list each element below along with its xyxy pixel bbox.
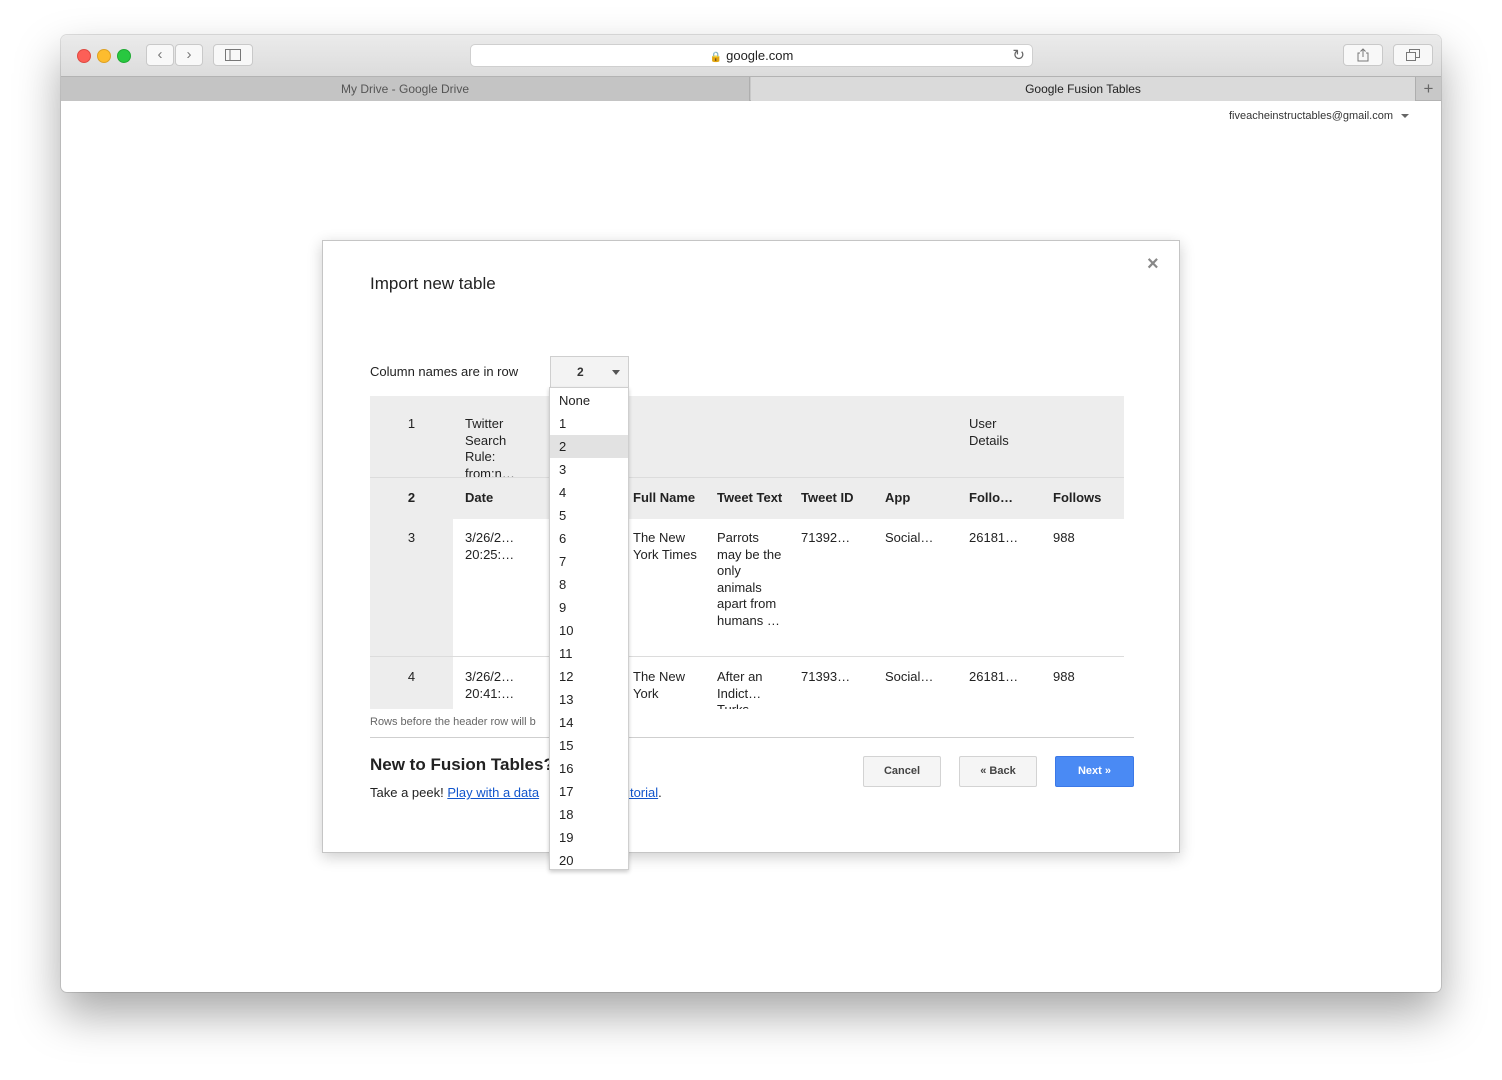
title-bar: ‹ › 🔒 google.com ↻ <box>61 35 1441 76</box>
table-cell: Social… <box>885 669 934 684</box>
dropdown-option-14[interactable]: 14 <box>550 711 628 734</box>
table-cell: 3/26/2… 20:25:… <box>465 530 515 562</box>
dialog-title: Import new table <box>370 274 496 293</box>
tab-fusion-tables[interactable]: Google Fusion Tables <box>751 77 1415 101</box>
dropdown-option-13[interactable]: 13 <box>550 688 628 711</box>
column-header: Follows <box>1053 490 1102 505</box>
back-nav-button[interactable]: ‹ <box>146 44 174 66</box>
cancel-button[interactable]: Cancel <box>863 756 941 787</box>
forward-nav-button[interactable]: › <box>175 44 203 66</box>
lock-icon: 🔒 <box>709 52 723 63</box>
table-cell: The New York Times <box>633 530 697 562</box>
tab-bar: My Drive - Google Drive Google Fusion Ta… <box>61 76 1441 101</box>
reload-icon[interactable]: ↻ <box>1012 45 1025 66</box>
table-row: 4 3/26/2… 20:41:… The New York After an … <box>370 657 1124 709</box>
column-header: Date <box>465 490 494 505</box>
account-email: fiveacheinstructables@gmail.com <box>1228 110 1393 122</box>
column-names-label: Column names are in row <box>370 364 519 379</box>
row-number: 3 <box>370 518 453 656</box>
tabs-icon <box>1406 49 1420 61</box>
address-bar[interactable]: 🔒 google.com ↻ <box>470 44 1033 67</box>
dropdown-option-6[interactable]: 6 <box>550 527 628 550</box>
table-cell: 3/26/2… 20:41:… <box>465 669 515 701</box>
minimize-window-button[interactable] <box>97 49 111 63</box>
close-window-button[interactable] <box>77 49 91 63</box>
table-cell: Parrots may be the only animals apart fr… <box>717 530 782 628</box>
account-menu[interactable]: fiveacheinstructables@gmail.com <box>1229 110 1409 122</box>
tabs-overview-button[interactable] <box>1393 44 1433 66</box>
selected-row-value: 2 <box>577 365 584 379</box>
row-options-dropdown: None 1 2 3 4 5 6 7 8 9 10 11 12 13 14 15… <box>549 387 629 870</box>
dropdown-option-15[interactable]: 15 <box>550 734 628 757</box>
dropdown-option-7[interactable]: 7 <box>550 550 628 573</box>
new-tab-button[interactable]: + <box>1415 77 1441 101</box>
chevron-right-icon: › <box>186 46 192 63</box>
table-cell: 71393… <box>801 669 851 684</box>
plus-icon: + <box>1423 79 1434 98</box>
next-button[interactable]: Next » <box>1055 756 1134 787</box>
table-cell: Twitter Search Rule: from:n… <box>465 416 515 481</box>
row-number: 1 <box>370 404 453 477</box>
url-text: google.com <box>726 48 794 63</box>
dropdown-option-5[interactable]: 5 <box>550 504 628 527</box>
column-header: Tweet Text <box>717 490 783 505</box>
chevron-left-icon: ‹ <box>157 46 163 63</box>
import-dialog: × Import new table Column names are in r… <box>322 240 1180 853</box>
table-row: 1 Twitter Search Rule: from:n… User Deta… <box>370 404 1124 481</box>
new-to-heading: New to Fusion Tables? <box>370 755 554 774</box>
table-cell: Social… <box>885 530 934 545</box>
peek-prefix: Take a peek! <box>370 785 448 800</box>
table-cell: 988 <box>1053 669 1075 684</box>
column-header: Follo… <box>969 490 1014 505</box>
column-header: Tweet ID <box>801 490 854 505</box>
dropdown-option-4[interactable]: 4 <box>550 481 628 504</box>
dropdown-option-2[interactable]: 2 <box>550 435 628 458</box>
share-icon <box>1357 48 1369 62</box>
rows-note: Rows before the header row will b <box>370 716 536 728</box>
dropdown-option-12[interactable]: 12 <box>550 665 628 688</box>
sidebar-icon <box>225 49 241 61</box>
table-cell: 71392… <box>801 530 851 545</box>
dropdown-option-11[interactable]: 11 <box>550 642 628 665</box>
dropdown-option-10[interactable]: 10 <box>550 619 628 642</box>
row-number: 2 <box>370 478 453 519</box>
preview-table: 1 Twitter Search Rule: from:n… User Deta… <box>370 396 1124 709</box>
dropdown-option-16[interactable]: 16 <box>550 757 628 780</box>
table-cell: 26181… <box>969 530 1019 545</box>
sidebar-toggle-button[interactable] <box>213 44 253 66</box>
row-number: 4 <box>370 657 453 709</box>
tab-my-drive[interactable]: My Drive - Google Drive <box>61 77 750 101</box>
caret-down-icon <box>612 370 620 375</box>
table-row: 3 3/26/2… 20:25:… The New York Times Par… <box>370 518 1124 657</box>
dropdown-option-3[interactable]: 3 <box>550 458 628 481</box>
close-icon[interactable]: × <box>1147 253 1159 276</box>
sample-data-link[interactable]: Play with a data <box>447 785 539 800</box>
zoom-window-button[interactable] <box>117 49 131 63</box>
dropdown-option-1[interactable]: 1 <box>550 412 628 435</box>
dropdown-option-8[interactable]: 8 <box>550 573 628 596</box>
table-cell: 26181… <box>969 669 1019 684</box>
column-header: Full Name <box>633 490 696 505</box>
peek-suffix: . <box>658 785 662 800</box>
dropdown-option-9[interactable]: 9 <box>550 596 628 619</box>
back-button[interactable]: « Back <box>959 756 1037 787</box>
dropdown-option-18[interactable]: 18 <box>550 803 628 826</box>
header-row: 2 Date Full Name Tweet Text Tweet ID App… <box>370 477 1124 519</box>
table-cell: 988 <box>1053 530 1075 545</box>
caret-down-icon <box>1401 114 1409 119</box>
header-row-select[interactable]: 2 <box>550 356 629 388</box>
share-button[interactable] <box>1343 44 1383 66</box>
dropdown-option-17[interactable]: 17 <box>550 780 628 803</box>
dropdown-option-20[interactable]: 20 <box>550 849 628 872</box>
column-header: App <box>885 490 911 505</box>
table-cell: User Details <box>969 416 1009 448</box>
dropdown-option-19[interactable]: 19 <box>550 826 628 849</box>
table-cell: After an Indict… Turks <box>717 669 763 709</box>
table-cell: The New York <box>633 669 686 701</box>
dropdown-option-none[interactable]: None <box>550 389 628 412</box>
divider <box>370 737 1134 738</box>
